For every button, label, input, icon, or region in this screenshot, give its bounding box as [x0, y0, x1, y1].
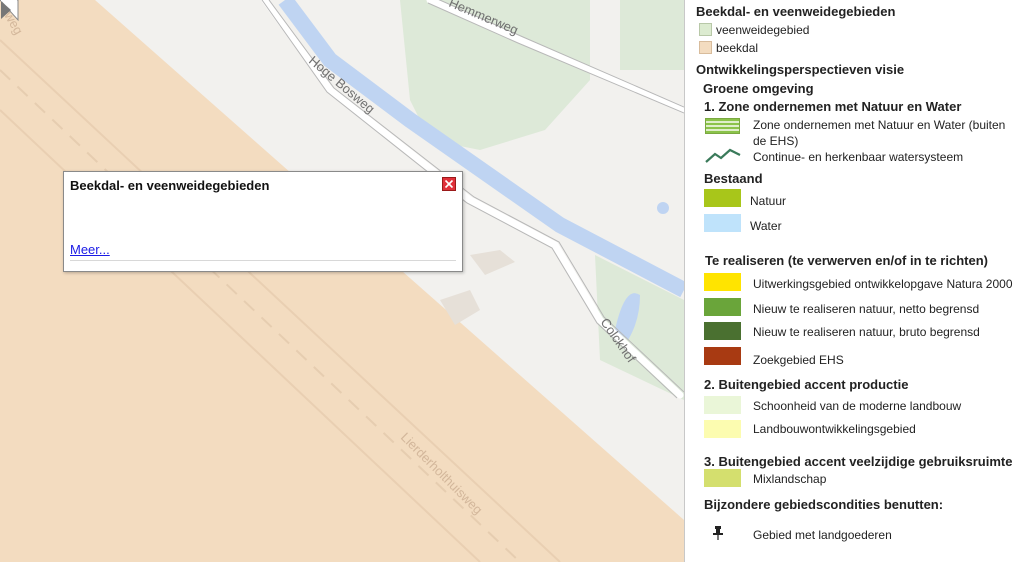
swatch-netto-begrensd: [704, 298, 741, 316]
legend-label-mixlandschap: Mixlandschap: [753, 472, 827, 486]
map-graphics: Hemmerweg Hoge Bosweg Colckhof Lierderho…: [0, 0, 684, 562]
close-icon[interactable]: [442, 177, 456, 191]
swatch-moderne-landbouw: [704, 396, 741, 414]
swatch-beekdal: [699, 41, 712, 54]
legend-group2-subtitle: Groene omgeving: [703, 81, 814, 96]
legend-te-realiseren-title: Te realiseren (te verwerven en/of in te …: [705, 253, 988, 268]
popup-more-link[interactable]: Meer...: [70, 242, 110, 257]
swatch-bruto-begrensd: [704, 322, 741, 340]
legend-zone2-title: 2. Buitengebied accent productie: [704, 377, 909, 392]
swatch-veenweidegebied: [699, 23, 712, 36]
popup-divider: [70, 260, 456, 261]
legend-label-natuur: Natuur: [750, 194, 787, 208]
pushpin-icon: [713, 526, 723, 540]
swatch-natuur: [704, 189, 741, 207]
legend-label-zoekgebied-ehs: Zoekgebied EHS: [753, 353, 844, 367]
swatch-water: [704, 214, 741, 232]
triangle-right-icon[interactable]: [0, 0, 12, 20]
legend-zone1-title: 1. Zone ondernemen met Natuur en Water: [704, 99, 962, 114]
legend-panel: Beekdal- en veenweidegebieden veenweideg…: [684, 0, 1028, 562]
swatch-zoekgebied-ehs: [704, 347, 741, 365]
legend-group2-title: Ontwikkelingsperspectieven visie: [696, 62, 905, 77]
legend-label-beekdal: beekdal: [716, 41, 759, 55]
legend-zone3-title: 3. Buitengebied accent veelzijdige gebru…: [704, 454, 1013, 469]
legend-label-veenweidegebied: veenweidegebied: [716, 23, 810, 37]
swatch-landbouwontwikkelingsgebied: [704, 420, 741, 438]
veenweide-area-ne[interactable]: [620, 0, 684, 70]
legend-group1-title: Beekdal- en veenweidegebieden: [696, 4, 896, 19]
legend-label-watersysteem: Continue- en herkenbaar watersysteem: [753, 150, 964, 164]
pond: [657, 202, 669, 214]
zigzag-line-icon: [705, 148, 741, 163]
legend-label-moderne-landbouw: Schoonheid van de moderne landbouw: [753, 399, 962, 413]
swatch-mixlandschap: [704, 469, 741, 487]
legend-bestaand-title: Bestaand: [704, 171, 763, 186]
legend-label-zone-natuur-water-2: de EHS): [753, 134, 799, 148]
legend-label-natura-2000: Uitwerkingsgebied ontwikkelopgave Natura…: [753, 277, 1013, 291]
feature-info-popup: Beekdal- en veenweidegebieden Meer...: [63, 171, 463, 272]
map-canvas[interactable]: Hemmerweg Hoge Bosweg Colckhof Lierderho…: [0, 0, 684, 562]
popup-title: Beekdal- en veenweidegebieden: [70, 178, 270, 193]
legend-label-water: Water: [750, 219, 782, 233]
legend-label-bruto-begrensd: Nieuw te realiseren natuur, bruto begren…: [753, 325, 980, 339]
swatch-natura-2000: [704, 273, 741, 291]
legend-label-netto-begrensd: Nieuw te realiseren natuur, netto begren…: [753, 302, 980, 316]
legend-bijzondere-title: Bijzondere gebiedscondities benutten:: [704, 497, 944, 512]
legend-label-zone-natuur-water: Zone ondernemen met Natuur en Water (bui…: [753, 118, 1006, 132]
legend-label-landgoederen: Gebied met landgoederen: [753, 528, 892, 542]
legend-label-landbouwontwikkelingsgebied: Landbouwontwikkelingsgebied: [753, 422, 916, 436]
swatch-zone-natuur-water: [705, 118, 740, 134]
